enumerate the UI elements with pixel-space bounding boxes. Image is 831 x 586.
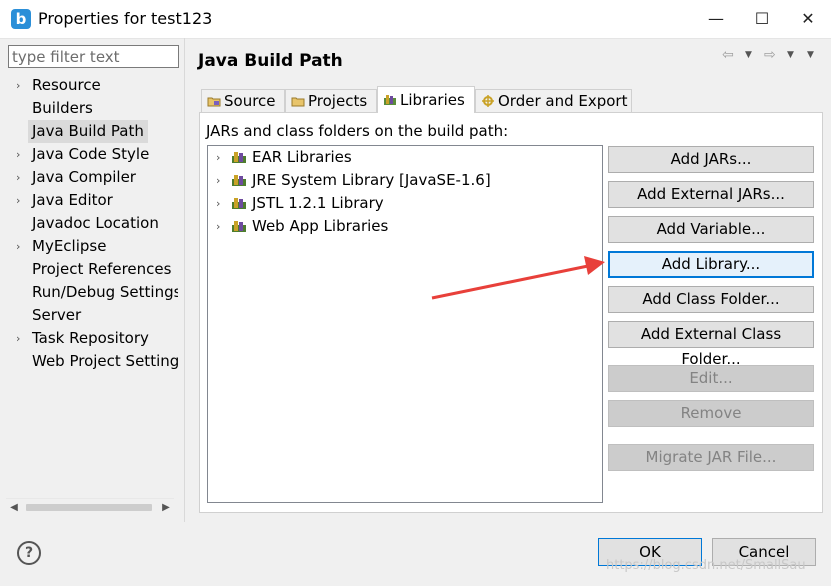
tree-item-label: Java Code Style <box>32 145 150 163</box>
add-jars-button[interactable]: Add JARs... <box>608 146 814 173</box>
property-tree: › Resource Builders Java Build Path › Ja… <box>0 74 178 494</box>
tree-item-label: Javadoc Location <box>32 214 159 232</box>
library-icon <box>232 221 246 232</box>
filter-input[interactable] <box>8 45 179 68</box>
library-label: Web App Libraries <box>252 217 389 235</box>
order-export-icon <box>482 95 494 107</box>
edit-button[interactable]: Edit... <box>608 365 814 392</box>
library-label: EAR Libraries <box>252 148 352 166</box>
tree-item-label: Task Repository <box>32 329 149 347</box>
scroll-right-icon[interactable]: ▶ <box>158 499 174 517</box>
scrollbar-thumb[interactable] <box>26 504 152 511</box>
tree-item-label: MyEclipse <box>32 237 107 255</box>
projects-icon <box>291 97 305 107</box>
page-title: Java Build Path <box>198 51 343 71</box>
libraries-list[interactable]: › EAR Libraries › JRE System Library [Ja… <box>207 145 603 503</box>
libraries-heading: JARs and class folders on the build path… <box>206 122 509 140</box>
tree-item-label: Resource <box>32 76 101 94</box>
forward-menu-icon[interactable]: ▼ <box>787 50 794 60</box>
tree-item-label: Builders <box>32 99 93 117</box>
dialog-content: › Resource Builders Java Build Path › Ja… <box>0 38 831 586</box>
window-title: Properties for test123 <box>38 9 213 28</box>
back-arrow-icon[interactable]: ⇦ <box>722 47 734 63</box>
chevron-right-icon[interactable]: › <box>16 166 26 189</box>
minimize-button[interactable]: — <box>693 0 739 38</box>
chevron-right-icon[interactable]: › <box>16 235 26 258</box>
title-bar[interactable]: b Properties for test123 — ☐ ✕ <box>0 0 831 39</box>
tab-source[interactable]: Source <box>201 89 285 112</box>
library-label: JRE System Library [JavaSE-1.6] <box>252 171 491 189</box>
tab-label: Projects <box>308 92 368 110</box>
tab-label: Source <box>224 92 276 110</box>
back-menu-icon[interactable]: ▼ <box>745 50 752 60</box>
forward-arrow-icon[interactable]: ⇨ <box>764 47 776 63</box>
app-icon: b <box>11 9 31 29</box>
libraries-icon <box>384 95 396 105</box>
tree-item-label: Run/Debug Settings <box>32 283 178 301</box>
pane-divider[interactable] <box>184 38 185 522</box>
chevron-right-icon[interactable]: › <box>16 143 26 166</box>
migrate-jar-button[interactable]: Migrate JAR File... <box>608 444 814 471</box>
add-external-class-folder-button[interactable]: Add External Class Folder... <box>608 321 814 368</box>
library-label: JSTL 1.2.1 Library <box>252 194 384 212</box>
tab-order-and-export[interactable]: Order and Export <box>475 89 632 112</box>
tree-item-label: Java Compiler <box>32 168 136 186</box>
tree-item-label: Java Editor <box>32 191 113 209</box>
tree-item-label: Web Project Settings <box>32 352 178 370</box>
tab-projects[interactable]: Projects <box>285 89 377 112</box>
library-icon <box>232 198 246 209</box>
chevron-right-icon[interactable]: › <box>216 192 220 215</box>
tab-libraries[interactable]: Libraries <box>377 86 475 113</box>
tree-item-label: Server <box>32 306 82 324</box>
view-menu-icon[interactable]: ▼ <box>807 50 814 60</box>
left-pane: › Resource Builders Java Build Path › Ja… <box>0 38 184 522</box>
tab-label: Order and Export <box>498 92 628 110</box>
close-button[interactable]: ✕ <box>785 0 831 38</box>
scroll-left-icon[interactable]: ◀ <box>6 499 22 517</box>
chevron-right-icon[interactable]: › <box>216 215 220 238</box>
library-icon <box>232 152 246 163</box>
library-icon <box>232 175 246 186</box>
horizontal-scrollbar[interactable]: ◀ ▶ <box>6 498 174 517</box>
source-folder-icon <box>207 97 221 107</box>
chevron-right-icon[interactable]: › <box>216 169 220 192</box>
add-variable-button[interactable]: Add Variable... <box>608 216 814 243</box>
tab-label: Libraries <box>400 91 465 109</box>
tree-item-label: Java Build Path <box>28 120 148 143</box>
tree-item-label: Project References <box>32 260 172 278</box>
add-class-folder-button[interactable]: Add Class Folder... <box>608 286 814 313</box>
maximize-button[interactable]: ☐ <box>739 0 785 38</box>
chevron-right-icon[interactable]: › <box>216 146 220 169</box>
add-library-button[interactable]: Add Library... <box>608 251 814 278</box>
watermark: https://blog.csdn.net/SmallSau <box>606 558 806 573</box>
help-icon[interactable]: ? <box>17 541 41 565</box>
add-external-jars-button[interactable]: Add External JARs... <box>608 181 814 208</box>
chevron-right-icon[interactable]: › <box>16 74 26 97</box>
chevron-right-icon[interactable]: › <box>16 327 26 350</box>
remove-button[interactable]: Remove <box>608 400 814 427</box>
chevron-right-icon[interactable]: › <box>16 189 26 212</box>
